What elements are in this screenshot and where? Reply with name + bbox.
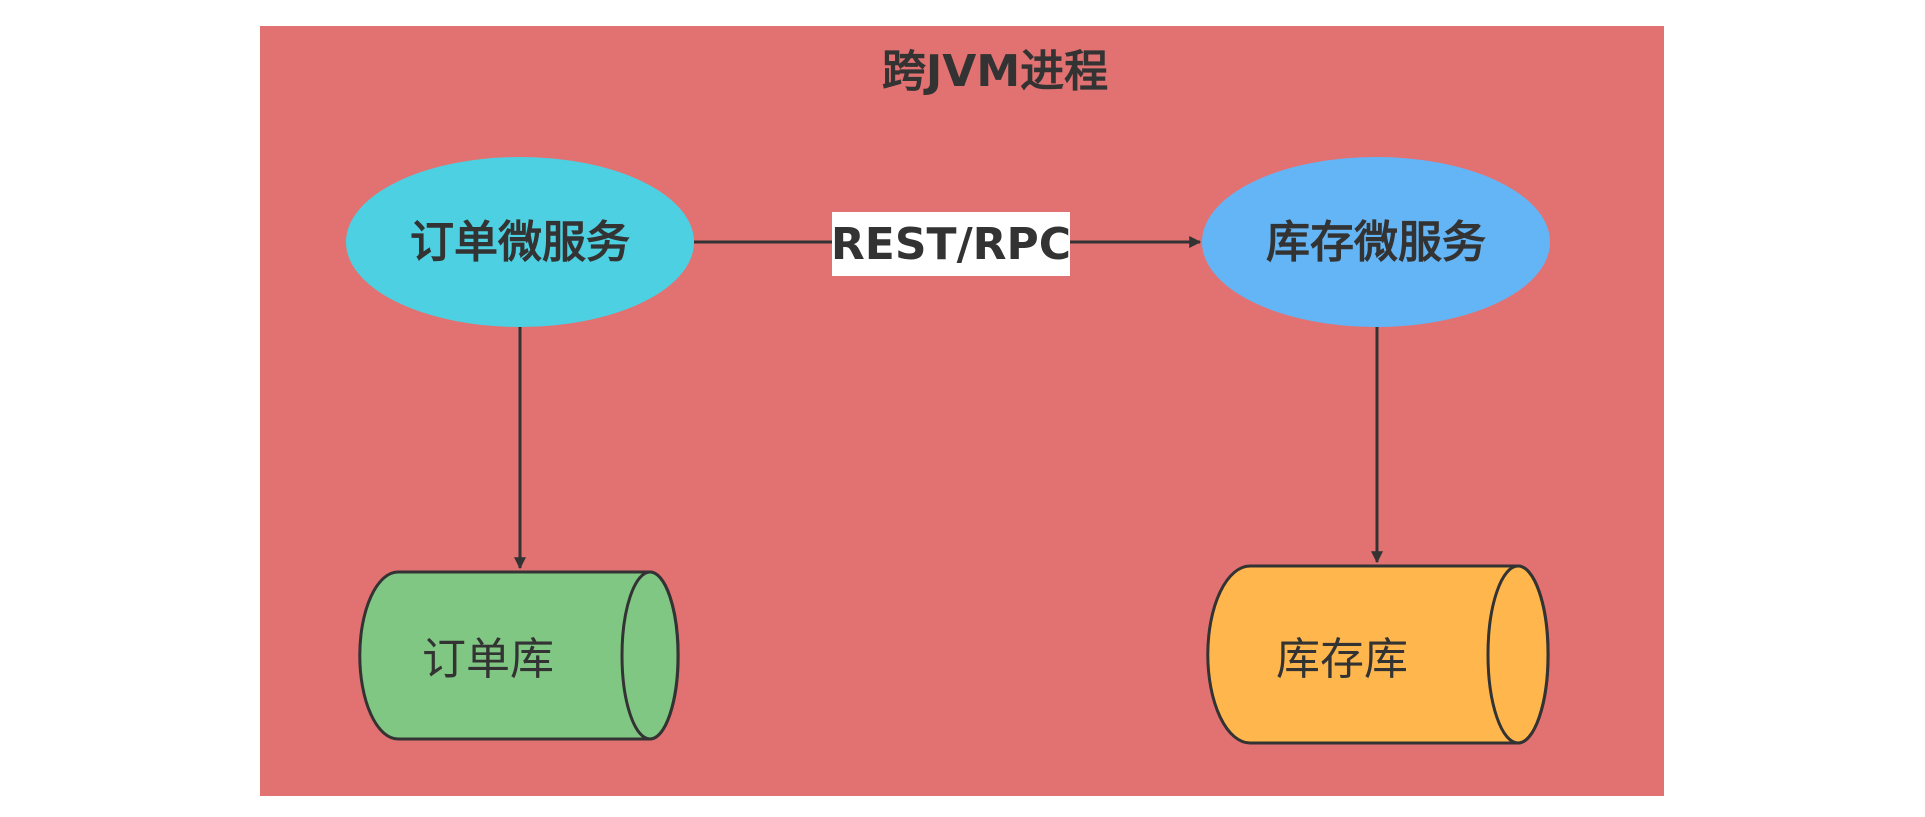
- order-service-label: 订单微服务: [410, 217, 630, 268]
- order-db-label: 订单库: [422, 634, 554, 685]
- order-db-node: 订单库: [358, 570, 680, 741]
- inventory-db-label: 库存库: [1276, 634, 1408, 685]
- service-call-label: REST/RPC: [831, 219, 1071, 270]
- inventory-db-cap: [1486, 564, 1550, 745]
- architecture-diagram: 跨JVM进程 REST/RPC 订单微服务 库存微服务 订单库 库存库: [260, 26, 1664, 796]
- inventory-service-label: 库存微服务: [1266, 217, 1486, 268]
- order-service-node: 订单微服务: [346, 157, 694, 327]
- diagram-title: 跨JVM进程: [882, 46, 1108, 97]
- inventory-service-node: 库存微服务: [1202, 157, 1550, 327]
- inventory-db-node: 库存库: [1206, 564, 1550, 745]
- order-db-cap: [620, 570, 680, 741]
